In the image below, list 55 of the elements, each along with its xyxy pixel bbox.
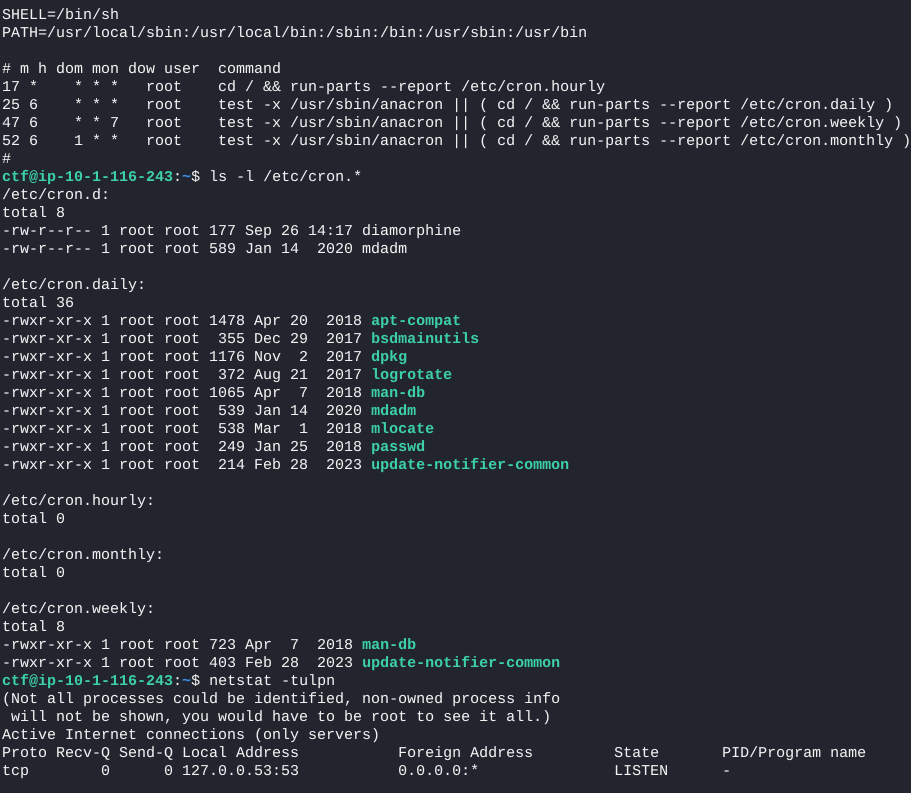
file-name: bsdmainutils <box>371 331 480 348</box>
output-line: total 8 <box>2 205 66 222</box>
prompt-separator: : <box>173 169 182 186</box>
file-name: passwd <box>371 439 426 456</box>
file-name: dpkg <box>371 349 408 366</box>
output-line: 52 6 1 * * root test -x /usr/sbin/anacron || ( cd / && run-parts --report /etc/cron.monthly ) <box>2 133 911 150</box>
file-details: -rwxr-xr-x 1 root root 1176 Nov 2 2017 <box>2 349 364 366</box>
file-name: logrotate <box>371 367 452 384</box>
file-details: -rwxr-xr-x 1 root root 1478 Apr 20 2018 <box>2 313 364 330</box>
file-details: -rwxr-xr-x 1 root root 723 Apr 7 2018 <box>2 637 354 654</box>
output-line: total 8 <box>2 619 66 636</box>
file-name: mlocate <box>371 421 434 438</box>
output-line: SHELL=/bin/sh <box>2 7 120 24</box>
output-line: Proto Recv-Q Send-Q Local Address Foreign Address State PID/Program name <box>2 745 866 762</box>
file-name: update-notifier-common <box>362 655 560 672</box>
output-line: /etc/cron.hourly: <box>2 493 156 510</box>
output-line: total 0 <box>2 511 66 528</box>
file-details: -rwxr-xr-x 1 root root 539 Jan 14 2020 <box>2 403 364 420</box>
output-line: total 0 <box>2 565 66 582</box>
output-line: /etc/cron.weekly: <box>2 601 156 618</box>
file-details: -rwxr-xr-x 1 root root 372 Aug 21 2017 <box>2 367 364 384</box>
output-line: -rw-r--r-- 1 root root 177 Sep 26 14:17 diamorphine <box>2 223 462 240</box>
file-name: mdadm <box>371 403 416 420</box>
prompt-separator: : <box>173 673 182 690</box>
output-line: total 36 <box>2 295 74 312</box>
file-name: update-notifier-common <box>371 457 570 474</box>
file-details: -rwxr-xr-x 1 root root 355 Dec 29 2017 <box>2 331 364 348</box>
output-line: /etc/cron.daily: <box>2 277 146 294</box>
prompt-user-host: ctf@ip-10-1-116-243 <box>2 169 174 186</box>
file-details: -rwxr-xr-x 1 root root 249 Jan 25 2018 <box>2 439 364 456</box>
file-details: -rwxr-xr-x 1 root root 214 Feb 28 2023 <box>2 457 364 474</box>
output-line: 47 6 * * 7 root test -x /usr/sbin/anacron || ( cd / && run-parts --report /etc/cron.weekly ) <box>2 115 902 132</box>
output-line: -rw-r--r-- 1 root root 589 Jan 14 2020 mdadm <box>2 241 408 258</box>
command-text: $ ls -l /etc/cron.* <box>191 169 362 186</box>
output-line: will not be shown, you would have to be root to see it all.) <box>10 709 552 726</box>
output-line: # m h dom mon dow user command <box>2 61 282 78</box>
output-line: Active Internet connections (only servers) <box>2 727 380 744</box>
file-name: apt-compat <box>371 313 462 330</box>
prompt-path: ~ <box>182 169 192 186</box>
file-name: man-db <box>371 385 426 402</box>
prompt-user-host: ctf@ip-10-1-116-243 <box>2 673 174 690</box>
output-line: /etc/cron.d: <box>2 187 110 204</box>
output-line: # <box>2 151 12 168</box>
file-name: man-db <box>362 637 416 654</box>
output-line: tcp 0 0 127.0.0.53:53 0.0.0.0:* LISTEN - <box>2 763 732 780</box>
file-details: -rwxr-xr-x 1 root root 403 Feb 28 2023 <box>2 655 354 672</box>
output-line: PATH=/usr/local/sbin:/usr/local/bin:/sbin:/bin:/usr/sbin:/usr/bin <box>2 25 588 42</box>
output-line: 17 * * * * root cd / && run-parts --report /etc/cron.hourly <box>2 79 606 96</box>
output-line: /etc/cron.monthly: <box>2 547 164 564</box>
prompt-path: ~ <box>182 673 192 690</box>
output-line: (Not all processes could be identified, non-owned process info <box>2 691 560 708</box>
file-details: -rwxr-xr-x 1 root root 1065 Apr 7 2018 <box>2 385 364 402</box>
file-details: -rwxr-xr-x 1 root root 538 Mar 1 2018 <box>2 421 364 438</box>
output-line: 25 6 * * * root test -x /usr/sbin/anacron || ( cd / && run-parts --report /etc/cron.daily ) <box>2 97 894 114</box>
command-text: $ netstat -tulpn <box>191 673 336 690</box>
